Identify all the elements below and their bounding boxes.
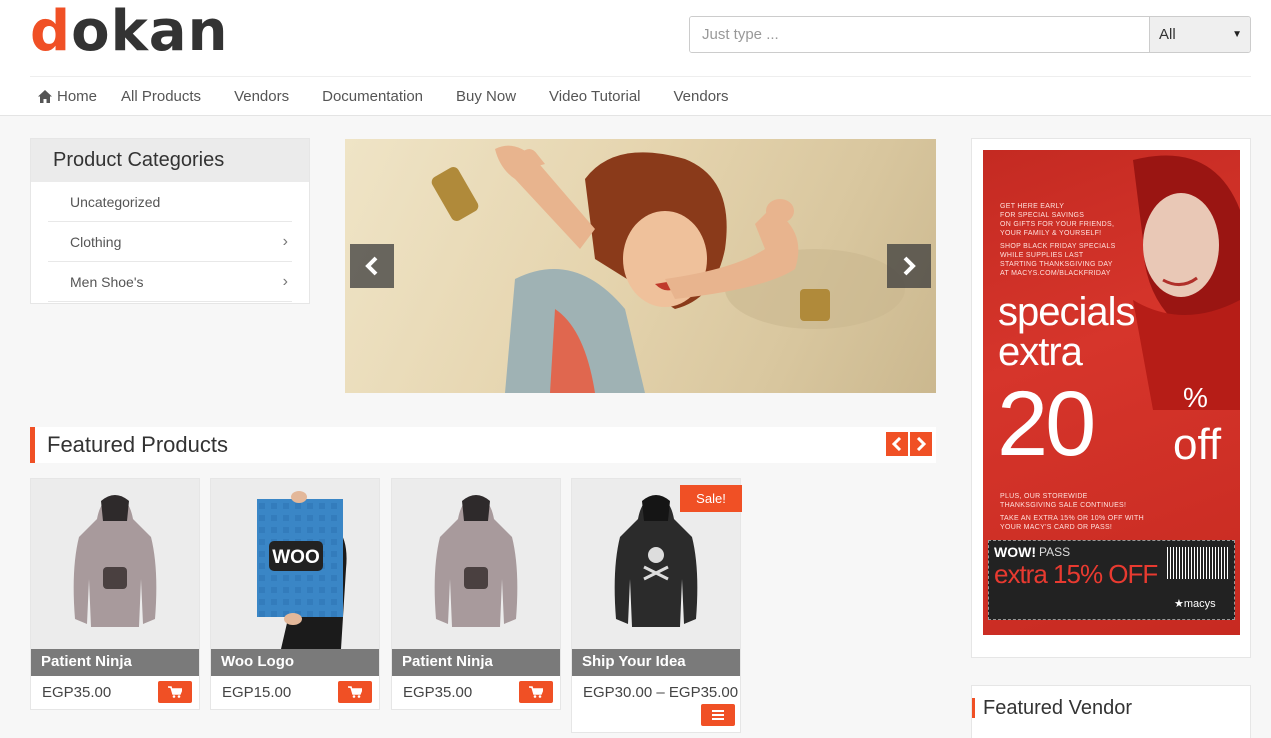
featured-vendor-title: Featured Vendor [972,698,1132,718]
search-bar: All ▼ [689,16,1251,53]
site-header: dokan All ▼ Home All Products Vendors Do… [0,0,1271,116]
featured-next-button[interactable] [910,432,932,456]
featured-vendor-widget: Featured Vendor [971,685,1251,738]
product-image[interactable] [31,479,199,649]
ad-copy-line: SHOP BLACK FRIDAY SPECIALS [1000,243,1116,250]
hero-slider [345,139,936,393]
featured-prev-button[interactable] [886,432,908,456]
chevron-right-icon: › [282,232,288,250]
cart-icon [348,686,362,698]
nav-video-tutorial[interactable]: Video Tutorial [549,88,640,105]
ad-percent-sign: % [1183,382,1208,413]
nav-vendors[interactable]: Vendors [234,88,289,105]
ad-coupon: WOW! PASS extra 15% OFF ★macys [988,540,1235,620]
product-title[interactable]: Patient Ninja [392,649,560,676]
nav-buy-now[interactable]: Buy Now [456,88,516,105]
ad-copy-line: AT MACYS.COM/BLACKFRIDAY [1000,270,1111,277]
product-card[interactable]: Patient Ninja EGP35.00 [391,478,561,710]
ad-copy-line: ON GIFTS FOR YOUR FRIENDS, [1000,221,1115,228]
woo-logo-text: WOO [272,547,320,568]
product-card[interactable]: WOO Woo Logo EGP15.00 [210,478,380,710]
slider-prev-button[interactable] [350,244,394,288]
product-card[interactable]: Sale! Ship Your Idea EGP30.00 – EGP35.00 [571,478,742,733]
woo-poster-image: WOO [257,491,347,649]
featured-products-header: Featured Products [30,427,936,463]
slider-next-button[interactable] [887,244,931,288]
product-title[interactable]: Woo Logo [211,649,379,676]
ad-copy-line: FOR SPECIAL SAVINGS [1000,212,1085,219]
coupon-pass-text: PASS [1039,545,1071,559]
coupon-extra-text: extra 15% OFF [994,559,1158,589]
ad-copy-line: WHILE SUPPLIES LAST [1000,252,1084,259]
product-image[interactable] [392,479,560,649]
coupon-brand-text: ★macys [1174,598,1216,610]
search-category-select[interactable]: All ▼ [1149,17,1250,52]
sale-badge: Sale! [680,485,742,512]
product-price: EGP35.00 [403,684,473,701]
sidebar-ad-widget: GET HERE EARLY FOR SPECIAL SAVINGS ON GI… [971,138,1251,658]
chevron-right-icon [916,437,926,451]
product-image[interactable]: WOO [211,479,379,649]
ad-off-text: off [1173,420,1222,469]
nav-all-products[interactable]: All Products [121,88,201,105]
ad-copy-line: STARTING THANKSGIVING DAY [1000,261,1113,268]
add-to-cart-button[interactable] [158,681,192,703]
ad-copy-line: GET HERE EARLY [1000,203,1065,210]
home-icon [38,90,52,103]
product-price: EGP30.00 – EGP35.00 [583,684,739,701]
cart-icon [529,686,543,698]
featured-carousel-nav [886,432,932,456]
ad-copy-line: TAKE AN EXTRA 15% OR 10% OFF WITH [1000,515,1144,522]
product-title[interactable]: Ship Your Idea [572,649,740,676]
menu-icon [712,710,724,720]
category-label: Men Shoe's [70,273,144,290]
search-category-value: All [1159,26,1176,43]
add-to-cart-button[interactable] [338,681,372,703]
category-men-shoes[interactable]: Men Shoe's › [48,262,292,302]
ad-copy-line: THANKSGIVING SALE CONTINUES! [1000,502,1127,509]
search-input[interactable] [690,17,1149,52]
barcode-icon [1167,547,1229,579]
select-options-button[interactable] [701,704,735,726]
site-logo[interactable]: dokan [30,2,228,62]
featured-products-title: Featured Products [47,432,228,457]
main-nav: Home All Products Vendors Documentation … [30,76,1251,116]
nav-home-label: Home [57,88,98,105]
categories-title: Product Categories [31,139,309,182]
ad-percent-text: 20 [997,373,1096,475]
cart-icon [168,686,182,698]
nav-home[interactable]: Home [38,88,97,105]
nav-documentation[interactable]: Documentation [322,88,423,105]
product-price: EGP15.00 [222,684,292,701]
chevron-right-icon: › [282,272,288,290]
product-price: EGP35.00 [42,684,112,701]
nav-vendors-2[interactable]: Vendors [674,88,729,105]
product-categories-widget: Product Categories Uncategorized Clothin… [30,138,310,304]
product-title[interactable]: Patient Ninja [31,649,199,676]
category-clothing[interactable]: Clothing › [48,222,292,262]
caret-down-icon: ▼ [1232,29,1242,40]
chevron-right-icon [903,256,916,276]
chevron-left-icon [892,437,902,451]
macys-ad-banner[interactable]: GET HERE EARLY FOR SPECIAL SAVINGS ON GI… [983,150,1240,635]
slide-image [431,145,905,393]
chevron-left-icon [365,256,378,276]
hoodie-image [73,495,157,627]
ad-specials-text: specials extra [998,290,1136,374]
ad-copy-line: YOUR FAMILY & YOURSELF! [1000,230,1102,237]
ad-copy-line: PLUS, OUR STOREWIDE [1000,493,1088,500]
hoodie-image [434,495,518,627]
category-uncategorized[interactable]: Uncategorized [48,182,292,222]
coupon-wow-text: WOW! [994,544,1036,560]
add-to-cart-button[interactable] [519,681,553,703]
ad-copy-line: YOUR MACY'S CARD OR PASS! [1000,524,1113,531]
category-label: Uncategorized [70,193,161,210]
categories-list: Uncategorized Clothing › Men Shoe's › [31,182,309,302]
category-label: Clothing [70,233,122,250]
product-card[interactable]: Patient Ninja EGP35.00 [30,478,200,710]
